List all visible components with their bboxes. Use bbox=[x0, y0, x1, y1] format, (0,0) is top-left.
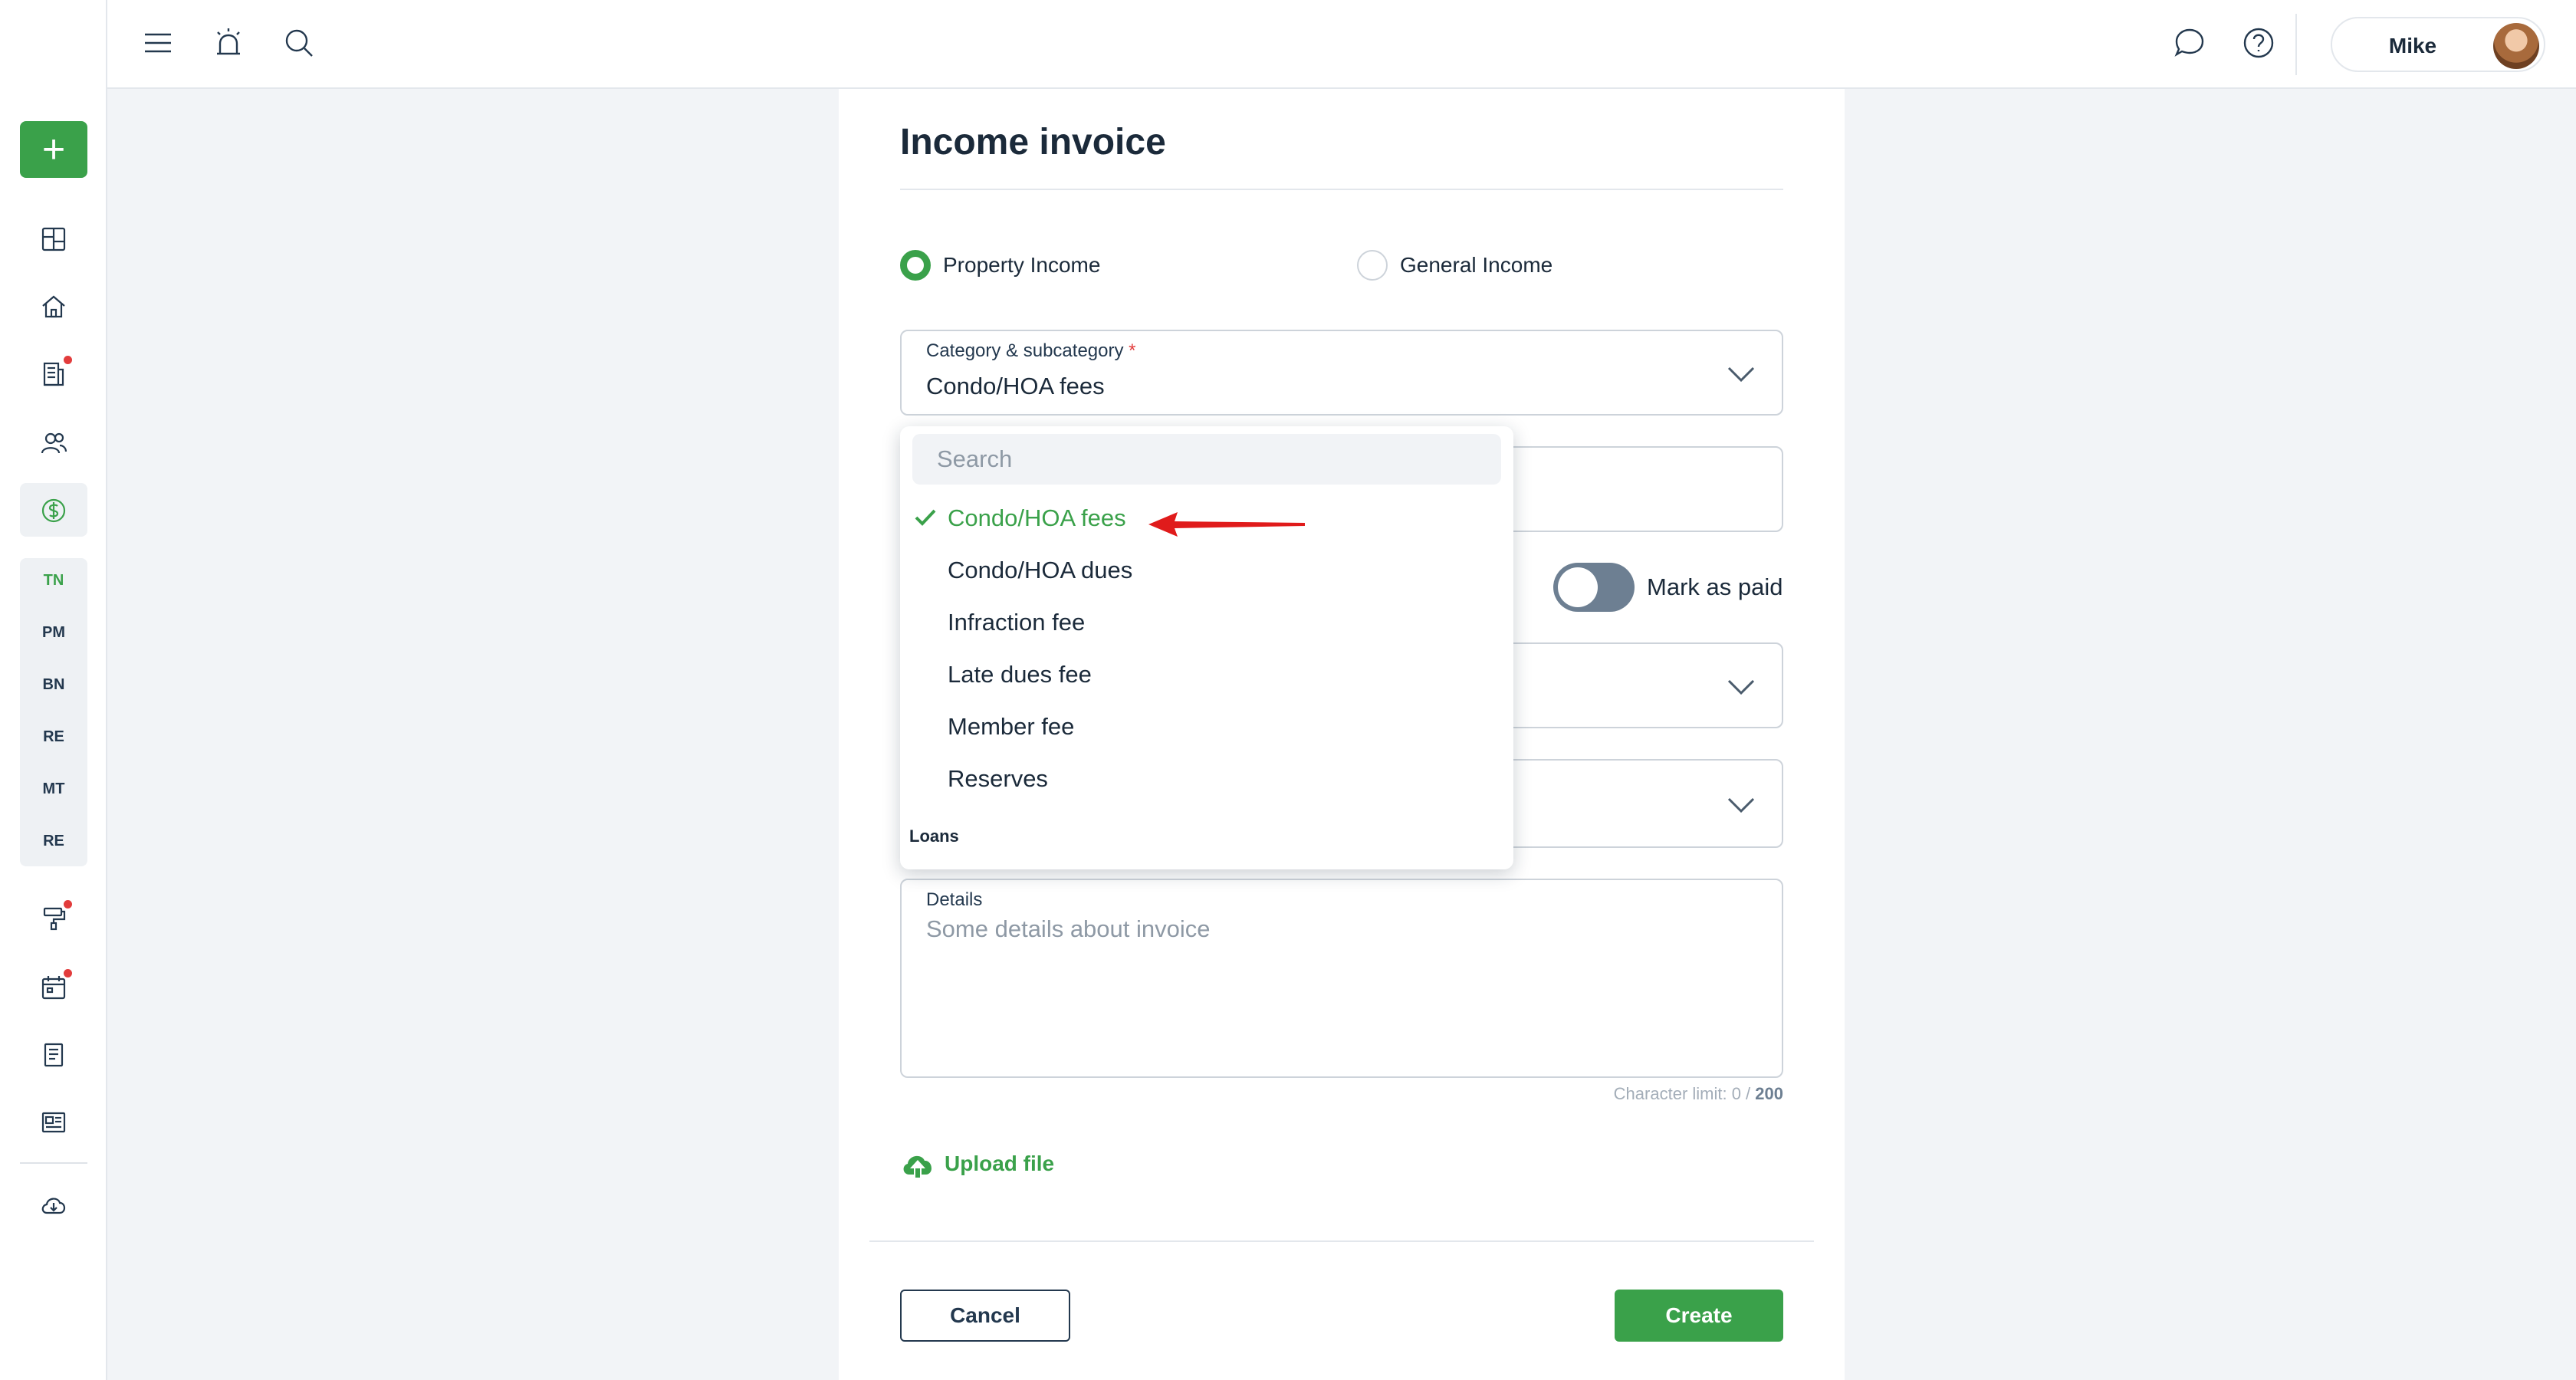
character-limit: Character limit: 0 / 200 bbox=[1613, 1084, 1783, 1103]
category-value: Condo/HOA fees bbox=[926, 373, 1105, 399]
notes-icon[interactable] bbox=[34, 1035, 74, 1075]
upload-file-label: Upload file bbox=[945, 1152, 1055, 1175]
radio-general-income-label: General Income bbox=[1400, 253, 1553, 277]
dropdown-group-header: Loans bbox=[909, 826, 959, 846]
annotation-arrow-icon bbox=[1148, 512, 1305, 537]
avatar bbox=[2493, 23, 2539, 69]
people-icon[interactable] bbox=[34, 423, 74, 463]
paint-roller-icon[interactable] bbox=[34, 899, 74, 938]
topbar-divider bbox=[2295, 14, 2297, 75]
chevron-down-icon[interactable] bbox=[1727, 365, 1756, 383]
dropdown-option-late-dues-fee[interactable]: Late dues fee bbox=[900, 649, 1513, 699]
details-textarea[interactable]: Details Some details about invoice bbox=[900, 879, 1783, 1078]
reports-icon[interactable] bbox=[34, 1102, 74, 1142]
alarm-icon[interactable] bbox=[209, 23, 248, 63]
search-icon[interactable] bbox=[279, 23, 319, 63]
sidebar-divider bbox=[20, 1162, 87, 1164]
dropdown-option-member-fee[interactable]: Member fee bbox=[900, 701, 1513, 751]
notification-dot bbox=[64, 969, 72, 978]
option-label: Condo/HOA dues bbox=[948, 557, 1133, 583]
top-bar: Mike bbox=[107, 0, 2576, 89]
help-icon[interactable] bbox=[2239, 23, 2279, 63]
sidebar-item-re-2[interactable]: RE bbox=[20, 833, 87, 850]
toggle-switch[interactable] bbox=[1553, 563, 1635, 612]
category-select[interactable]: Category & subcategory * Condo/HOA fees bbox=[900, 330, 1783, 416]
chevron-down-icon[interactable] bbox=[1727, 796, 1756, 814]
option-label: Infraction fee bbox=[948, 609, 1086, 636]
title-divider bbox=[900, 189, 1783, 190]
dropdown-option-reserves[interactable]: Reserves bbox=[900, 753, 1513, 803]
dropdown-search-input[interactable] bbox=[912, 434, 1501, 485]
add-new-button[interactable]: + bbox=[20, 121, 87, 178]
sidebar-item-bn[interactable]: BN bbox=[20, 676, 87, 694]
radio-property-income-label: Property Income bbox=[943, 253, 1101, 277]
dashboard-icon[interactable] bbox=[34, 219, 74, 259]
user-name: Mike bbox=[2388, 34, 2437, 58]
mark-as-paid-label: Mark as paid bbox=[1647, 573, 1783, 600]
option-label: Member fee bbox=[948, 713, 1075, 740]
chat-icon[interactable] bbox=[2170, 23, 2210, 63]
toggle-knob bbox=[1558, 567, 1598, 607]
sidebar-subsection-group bbox=[20, 558, 87, 866]
checkmark-icon bbox=[914, 508, 937, 527]
sidebar-item-pm[interactable]: PM bbox=[20, 624, 87, 642]
required-marker: * bbox=[1129, 340, 1136, 361]
option-label: Late dues fee bbox=[948, 661, 1092, 688]
home-icon[interactable] bbox=[34, 287, 74, 327]
calendar-icon[interactable] bbox=[34, 968, 74, 1007]
notification-dot bbox=[64, 900, 72, 909]
details-label: Details bbox=[926, 889, 983, 910]
radio-checked-indicator[interactable] bbox=[900, 250, 931, 281]
option-label: Condo/HOA fees bbox=[948, 504, 1126, 531]
sidebar-item-mt[interactable]: MT bbox=[20, 780, 87, 798]
create-button[interactable]: Create bbox=[1615, 1290, 1783, 1342]
footer-divider bbox=[869, 1240, 1814, 1242]
page-title: Income invoice bbox=[900, 122, 1166, 163]
user-menu[interactable]: Mike bbox=[2331, 17, 2545, 72]
upload-file-button[interactable]: Upload file bbox=[900, 1148, 1054, 1179]
option-label: Reserves bbox=[948, 765, 1048, 792]
category-dropdown: Condo/HOA fees Condo/HOA dues Infraction… bbox=[900, 426, 1513, 869]
chevron-down-icon[interactable] bbox=[1727, 678, 1756, 696]
sidebar: + TN PM BN RE MT RE bbox=[0, 0, 107, 1380]
radio-general-income[interactable]: General Income bbox=[1357, 250, 1552, 281]
documents-icon[interactable] bbox=[34, 354, 74, 394]
details-placeholder: Some details about invoice bbox=[926, 915, 1211, 942]
sidebar-item-re[interactable]: RE bbox=[20, 728, 87, 746]
cloud-upload-icon bbox=[903, 1155, 932, 1178]
dropdown-option-infraction-fee[interactable]: Infraction fee bbox=[900, 596, 1513, 647]
sidebar-item-tn[interactable]: TN bbox=[20, 572, 87, 590]
cancel-button[interactable]: Cancel bbox=[900, 1290, 1070, 1342]
mark-as-paid-toggle[interactable]: Mark as paid bbox=[1553, 563, 1783, 612]
cloud-download-icon[interactable] bbox=[34, 1185, 74, 1225]
accounting-dollar-icon[interactable] bbox=[34, 491, 74, 531]
category-label: Category & subcategory * bbox=[926, 340, 1136, 361]
radio-unchecked-indicator[interactable] bbox=[1357, 250, 1388, 281]
dropdown-option-condo-hoa-dues[interactable]: Condo/HOA dues bbox=[900, 544, 1513, 595]
menu-icon[interactable] bbox=[138, 23, 178, 63]
notification-dot bbox=[64, 356, 72, 364]
radio-property-income[interactable]: Property Income bbox=[900, 250, 1100, 281]
